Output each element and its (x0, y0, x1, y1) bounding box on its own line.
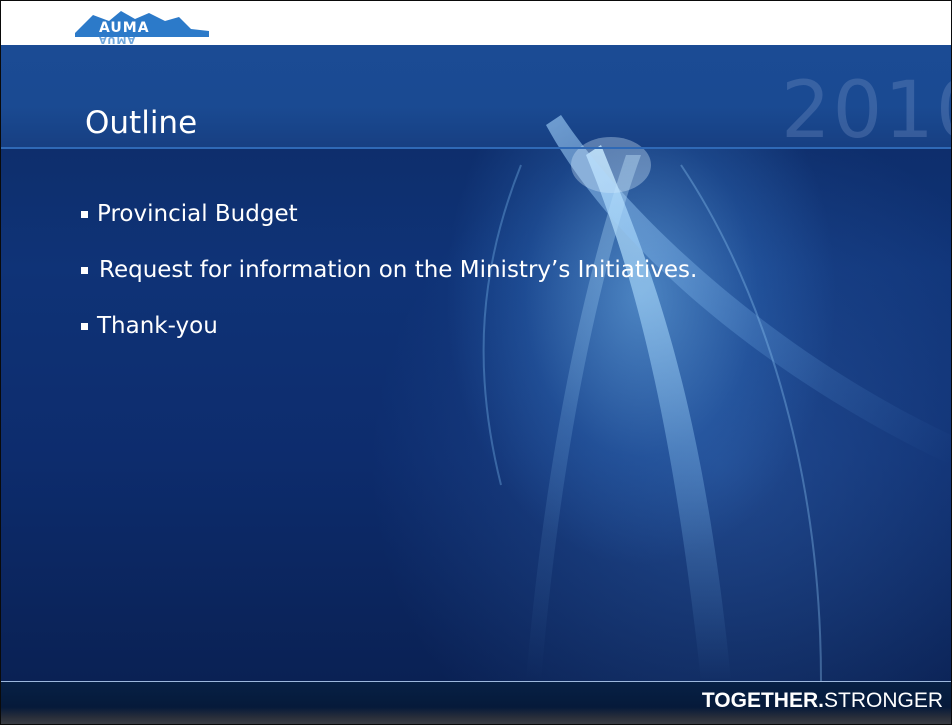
bullet-item: Provincial Budget (81, 199, 841, 230)
square-bullet-icon (81, 323, 88, 330)
year-watermark: 2010 (781, 66, 951, 156)
bullet-text: Request for information on the Ministry’… (99, 257, 698, 283)
auma-logo: AUMA AUMA (75, 11, 209, 45)
bullet-text: Provincial Budget (97, 201, 298, 227)
presentation-slide: AUMA AUMA 2010 Outline Provincial Budget… (0, 0, 952, 725)
footer-tagline: TOGETHER.STRONGER (702, 689, 943, 713)
tagline-bold: TOGETHER. (701, 689, 824, 712)
square-bullet-icon (81, 267, 88, 274)
bullet-list: Provincial Budget Request for informatio… (81, 199, 841, 367)
tagline-regular: STRONGER (823, 689, 943, 712)
bullet-item: Request for information on the Ministry’… (81, 255, 841, 286)
square-bullet-icon (81, 211, 88, 218)
bullet-item: Thank-you (81, 311, 841, 342)
slide-title: Outline (85, 105, 198, 141)
svg-text:AUMA: AUMA (99, 20, 150, 36)
svg-text:AUMA: AUMA (99, 34, 136, 45)
bullet-text: Thank-you (97, 313, 218, 339)
